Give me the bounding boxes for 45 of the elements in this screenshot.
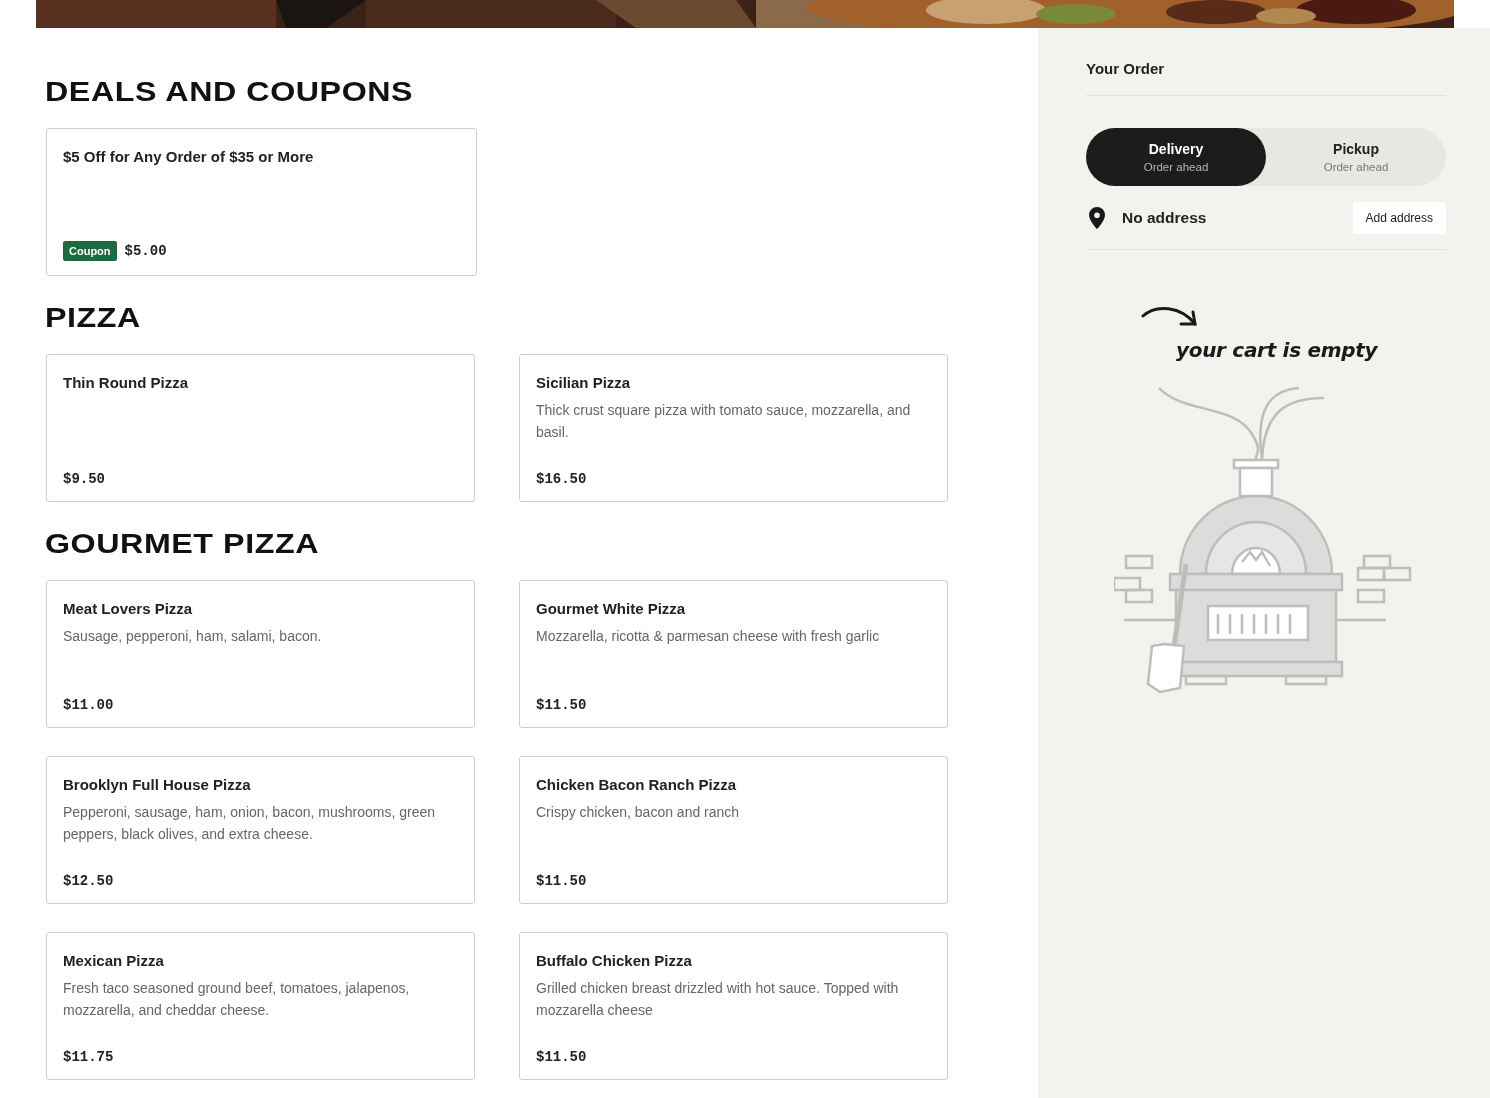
add-address-button[interactable]: Add address bbox=[1352, 202, 1446, 234]
item-name: Mexican Pizza bbox=[63, 951, 164, 971]
menu-item-card[interactable]: Mexican Pizza Fresh taco seasoned ground beef, tomatoes, jalapenos, mozzarella, and cheddar cheese. $11.75 bbox=[46, 932, 475, 1080]
item-description: Fresh taco seasoned ground beef, tomatoes, jalapenos, mozzarella, and cheddar cheese. bbox=[63, 979, 411, 1020]
item-price: $5.00 bbox=[124, 243, 167, 259]
empty-cart-message: your cart is empty bbox=[1176, 338, 1378, 362]
item-name: Meat Lovers Pizza bbox=[63, 599, 193, 619]
item-name: Thin Round Pizza bbox=[63, 373, 188, 393]
order-mode-option[interactable]: Pickup Order ahead bbox=[1266, 128, 1446, 186]
item-name: Buffalo Chicken Pizza bbox=[536, 951, 692, 971]
item-price: $9.50 bbox=[63, 471, 105, 487]
item-name: Gourmet White Pizza bbox=[536, 599, 686, 619]
item-description: Crispy chicken, bacon and ranch bbox=[536, 803, 740, 822]
item-price: $11.50 bbox=[536, 873, 587, 889]
item-price: $11.50 bbox=[536, 697, 587, 713]
menu-item-card[interactable]: Brooklyn Full House Pizza Pepperoni, sausage, ham, onion, bacon, mushrooms, green peppers, black olives, and extra cheese. $12.50 bbox=[46, 756, 475, 904]
menu-item-card[interactable]: Gourmet White Pizza Mozzarella, ricotta & parmesan cheese with fresh garlic $11.50 bbox=[519, 580, 948, 728]
item-name: Sicilian Pizza bbox=[536, 373, 631, 393]
order-mode-option[interactable]: Delivery Order ahead bbox=[1086, 128, 1266, 186]
address-text: No address bbox=[1122, 209, 1207, 227]
item-name: $5 Off for Any Order of $35 or More bbox=[63, 147, 314, 167]
menu-item-card[interactable]: Sicilian Pizza Thick crust square pizza with tomato sauce, mozzarella, and basil. $16.50 bbox=[519, 354, 948, 502]
menu-item-card[interactable]: Chicken Bacon Ranch Pizza Crispy chicken, bacon and ranch $11.50 bbox=[519, 756, 948, 904]
item-name: Chicken Bacon Ranch Pizza bbox=[536, 775, 737, 795]
item-price: $11.75 bbox=[63, 1049, 114, 1065]
menu-item-card[interactable]: Meat Lovers Pizza Sausage, pepperoni, ham, salami, bacon. $11.00 bbox=[46, 580, 475, 728]
section-title: PIZZA bbox=[45, 302, 141, 334]
coupon-card[interactable]: $5 Off for Any Order of $35 or More Coupon $5.00 bbox=[46, 128, 477, 276]
item-description: Sausage, pepperoni, ham, salami, bacon. bbox=[63, 627, 322, 646]
location-pin-icon bbox=[1086, 206, 1108, 230]
menu-item-card[interactable]: Buffalo Chicken Pizza Grilled chicken breast drizzled with hot sauce. Topped with mozzarella cheese $11.50 bbox=[519, 932, 948, 1080]
item-price: $16.50 bbox=[536, 471, 587, 487]
section-title: GOURMET PIZZA bbox=[45, 528, 319, 560]
item-price: $12.50 bbox=[63, 873, 114, 889]
item-price: $11.00 bbox=[63, 697, 114, 713]
item-price: $11.50 bbox=[536, 1049, 587, 1065]
item-description: Thick crust square pizza with tomato sauce, mozzarella, and basil. bbox=[536, 401, 912, 442]
menu-item-card[interactable]: Thin Round Pizza $9.50 bbox=[46, 354, 475, 502]
coupon-badge: Coupon bbox=[63, 241, 117, 261]
section-title: DEALS AND COUPONS bbox=[45, 76, 414, 108]
item-name: Brooklyn Full House Pizza bbox=[63, 775, 251, 795]
item-description: Grilled chicken breast drizzled with hot sauce. Topped with mozzarella cheese bbox=[536, 979, 900, 1020]
order-title: Your Order bbox=[1086, 60, 1165, 77]
item-description: Pepperoni, sausage, ham, onion, bacon, mushrooms, green peppers, black olives, and extra cheese. bbox=[63, 803, 436, 844]
item-description: Mozzarella, ricotta & parmesan cheese with fresh garlic bbox=[536, 627, 880, 646]
